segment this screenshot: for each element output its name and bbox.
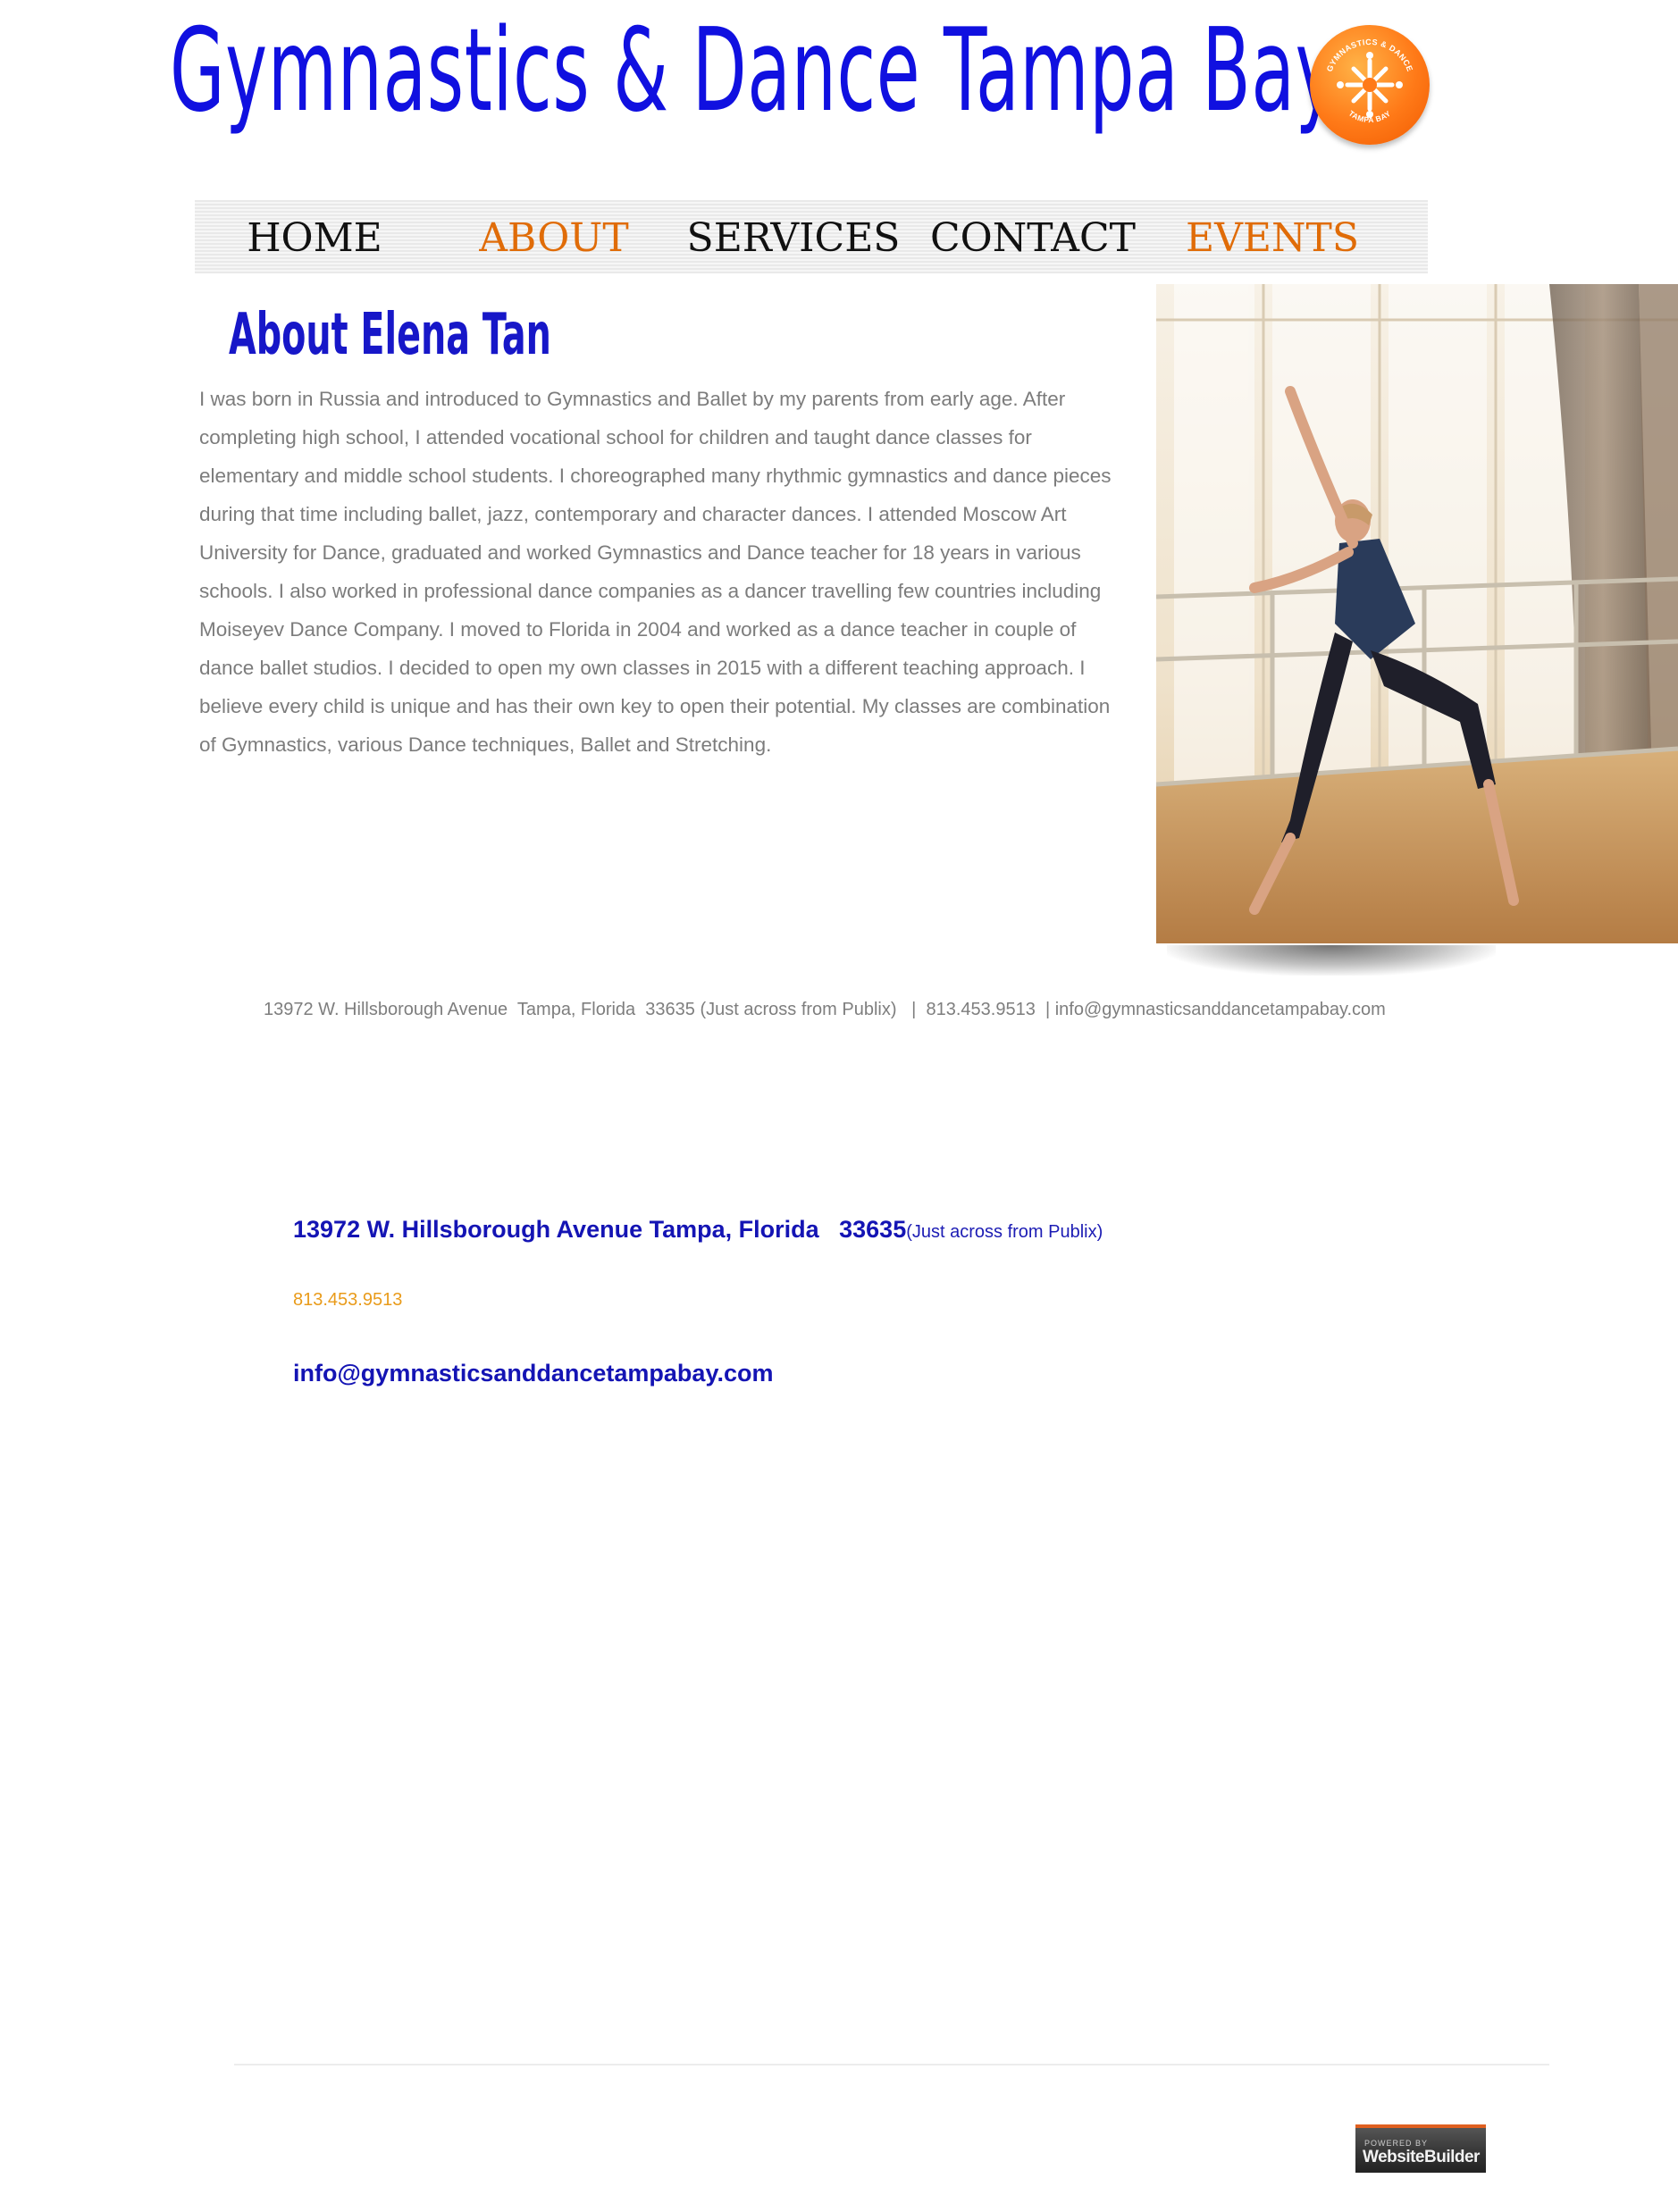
about-bio: I was born in Russia and introduced to G… — [199, 388, 1112, 756]
badge-small-text: POWERED BY — [1364, 2139, 1429, 2148]
contact-email-link[interactable]: info@gymnasticsanddancetampabay.com — [293, 1355, 773, 1391]
photo-shadow — [1167, 945, 1496, 976]
dancers-star-logo-icon: GYMNASTICS & DANCE TAMPA BAY — [1325, 38, 1414, 124]
photo-illustration — [1156, 284, 1678, 943]
nav-services[interactable]: SERVICES — [674, 200, 913, 273]
ballet-dancer-at-barre-photo — [1156, 284, 1678, 943]
nav-events[interactable]: EVENTS — [1153, 200, 1392, 273]
powered-by-badge[interactable]: POWERED BY WebsiteBuilder — [1355, 2124, 1486, 2173]
badge-big-text: WebsiteBuilder — [1363, 2148, 1480, 2166]
nav-contact[interactable]: CONTACT — [913, 200, 1153, 273]
nav-home[interactable]: HOME — [195, 200, 434, 273]
site-title: Gymnastics & Dance Tampa Bay — [170, 4, 1338, 138]
contact-address: 13972 W. Hillsborough Avenue Tampa, Flor… — [293, 1211, 1103, 1250]
about-heading: About Elena Tan — [229, 302, 551, 368]
footer-divider — [234, 2064, 1549, 2065]
footer-contact-line: 13972 W. Hillsborough Avenue Tampa, Flor… — [264, 1000, 1386, 1019]
contact-address-note: (Just across from Publix) — [906, 1222, 1103, 1242]
site-logo[interactable]: GYMNASTICS & DANCE TAMPA BAY — [1310, 25, 1430, 145]
contact-address-text: 13972 W. Hillsborough Avenue Tampa, Flor… — [293, 1216, 907, 1243]
contact-phone[interactable]: 813.453.9513 — [293, 1286, 402, 1313]
nav-about[interactable]: ABOUT — [434, 200, 674, 273]
main-nav: HOME ABOUT SERVICES CONTACT EVENTS — [195, 200, 1428, 273]
